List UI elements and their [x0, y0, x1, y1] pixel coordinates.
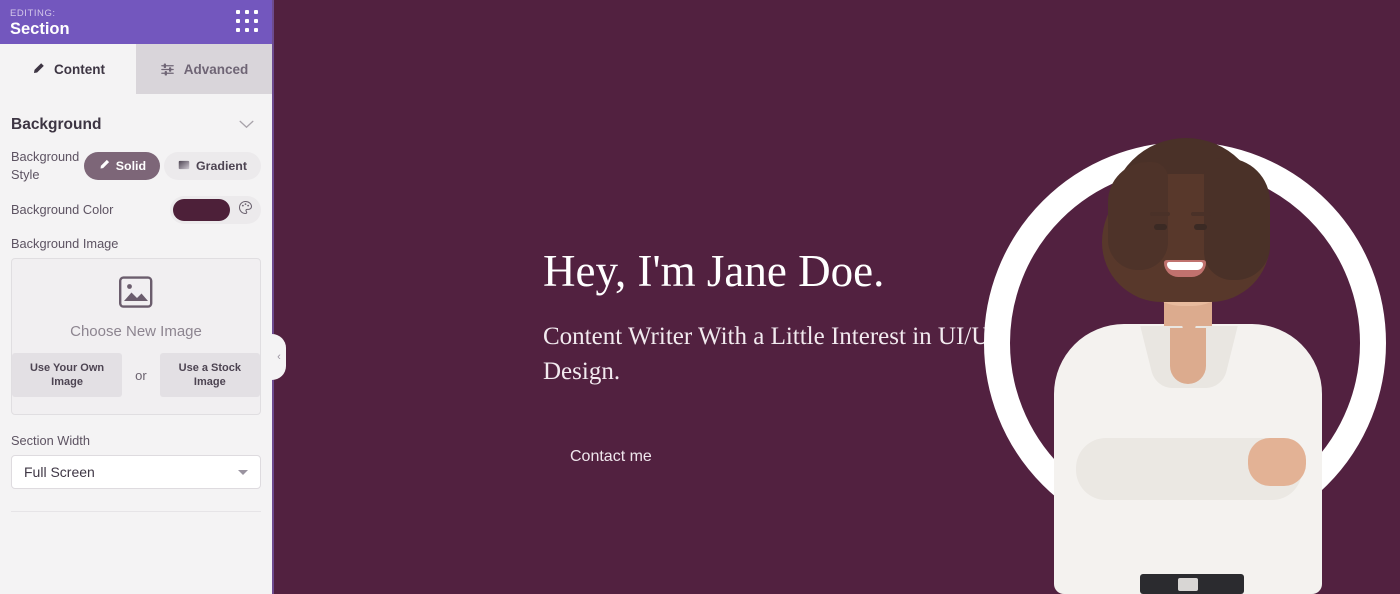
background-style-label: Background Style — [11, 149, 80, 182]
background-style-gradient-option[interactable]: Gradient — [164, 152, 261, 180]
section-width-label: Section Width — [11, 433, 90, 448]
tab-advanced[interactable]: Advanced — [136, 44, 272, 94]
background-image-dropzone[interactable]: Choose New Image Use Your Own Image or U… — [11, 258, 261, 415]
gradient-icon — [178, 159, 190, 174]
hero-subtitle: Content Writer With a Little Interest in… — [543, 323, 1008, 385]
contact-me-button[interactable]: Contact me — [570, 448, 652, 466]
caret-down-icon — [238, 469, 248, 475]
section-divider — [11, 511, 261, 512]
editing-target-title: Section — [10, 20, 70, 38]
background-section-title: Background — [11, 116, 102, 133]
background-style-field: Background Style Solid Gradient — [11, 148, 261, 184]
page-canvas: Hey, I'm Jane Doe. Content Writer With a… — [274, 0, 1400, 594]
background-color-field: Background Color — [11, 196, 261, 224]
section-width-select[interactable]: Full Screen — [11, 455, 261, 489]
sidebar-header: EDITING: Section — [0, 0, 272, 44]
section-width-value: Full Screen — [24, 464, 95, 480]
background-style-options: Solid Gradient — [83, 152, 261, 180]
settings-sidebar: EDITING: Section Content Advanced Backgr… — [0, 0, 274, 594]
dropzone-actions: Use Your Own Image or Use a Stock Image — [12, 353, 260, 397]
portrait-photo — [1036, 138, 1336, 594]
hero-title: Hey, I'm Jane Doe. — [543, 246, 885, 296]
dropzone-title: Choose New Image — [70, 323, 202, 340]
page-editor: EDITING: Section Content Advanced Backgr… — [0, 0, 1400, 594]
use-stock-image-button[interactable]: Use a Stock Image — [159, 353, 260, 397]
tab-content-label: Content — [54, 61, 105, 77]
sidebar-content: Background Background Style Solid Gradie… — [0, 94, 272, 512]
editing-label: EDITING: — [10, 8, 56, 19]
pen-icon — [98, 159, 110, 174]
background-style-gradient-label: Gradient — [196, 159, 247, 173]
app-grid-icon[interactable] — [236, 10, 260, 34]
background-style-solid-label: Solid — [115, 159, 147, 173]
dropzone-separator: or — [135, 367, 147, 383]
sidebar-collapse-handle[interactable]: ‹ — [272, 334, 286, 380]
tab-advanced-label: Advanced — [183, 61, 249, 77]
image-placeholder-icon — [12, 276, 260, 314]
chevron-down-icon[interactable] — [239, 116, 254, 134]
pencil-icon — [31, 62, 45, 76]
background-image-label: Background Image — [11, 236, 119, 251]
background-color-control[interactable] — [170, 196, 261, 224]
background-section-header[interactable]: Background — [11, 94, 261, 148]
background-color-swatch[interactable] — [173, 199, 230, 221]
chevron-left-icon: ‹ — [277, 350, 281, 363]
background-color-label: Background Color — [11, 202, 114, 217]
hero-text-block[interactable]: Hey, I'm Jane Doe. Content Writer With a… — [543, 245, 1013, 389]
background-style-solid-option[interactable]: Solid — [83, 152, 161, 180]
sliders-icon — [160, 62, 175, 77]
use-own-image-button[interactable]: Use Your Own Image — [12, 353, 123, 397]
palette-icon[interactable] — [238, 200, 253, 220]
sidebar-tabs: Content Advanced — [0, 44, 272, 94]
hero-portrait — [984, 138, 1386, 594]
tab-content[interactable]: Content — [0, 44, 136, 94]
